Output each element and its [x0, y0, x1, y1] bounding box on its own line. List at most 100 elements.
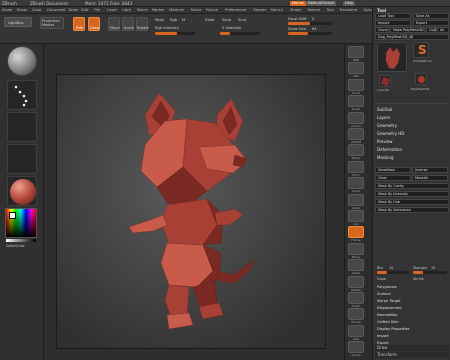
subtool-thumb-cube[interactable] [379, 75, 391, 87]
menu-preferences[interactable]: Preferences [225, 8, 246, 12]
tool-zoom-button[interactable] [348, 95, 364, 108]
mask-inverse-button[interactable]: Inverse [412, 167, 448, 173]
tool-transp-button[interactable] [348, 308, 364, 321]
draw-size-slider[interactable] [288, 32, 332, 35]
mask-mask-by-intensity-button[interactable]: Mask By Intensity [375, 191, 449, 197]
menu-transform[interactable]: Transform [339, 8, 357, 12]
tool-persp-button[interactable] [348, 144, 364, 157]
blur-slider[interactable] [377, 271, 409, 274]
menu-tool[interactable]: Tool [327, 8, 334, 12]
menu-layer[interactable]: Layer [107, 8, 117, 12]
menus-button[interactable]: Menus [290, 1, 306, 6]
section-polygroups[interactable]: Polygroups [377, 285, 397, 289]
current-tool-name[interactable]: Dog_PolyMesh3D_48 [375, 34, 449, 40]
menu-light[interactable]: Light [122, 8, 131, 12]
zadd-toggle[interactable]: Zadd [205, 18, 214, 22]
menu-file[interactable]: File [94, 8, 100, 12]
section-export[interactable]: Export [377, 341, 389, 345]
tool-scale-button[interactable] [348, 259, 364, 272]
tool-floor-button[interactable] [348, 160, 364, 173]
section-morph-target[interactable]: Morph Target [377, 299, 401, 303]
draw-button[interactable]: Draw [88, 17, 100, 31]
default-zscript-button[interactable]: DefaultZScript [306, 1, 337, 6]
switch-color-label[interactable]: SwitchColor [6, 244, 25, 248]
focal-shift-slider[interactable] [288, 22, 332, 25]
menu-movie[interactable]: Movie [191, 8, 202, 12]
clone-button[interactable]: Clone [375, 27, 389, 33]
section-display-properties[interactable]: Display Properties [377, 327, 410, 331]
texture-preview[interactable] [7, 144, 37, 174]
tool-solo-button[interactable] [348, 324, 364, 337]
mask-clear-button[interactable]: Clear [375, 175, 411, 181]
zsub-toggle[interactable]: Zsub [222, 18, 231, 22]
section-geometry-hd[interactable]: Geometry HD [377, 131, 404, 136]
tool-lsym-button[interactable] [348, 193, 364, 206]
move-button[interactable]: Move [108, 17, 120, 31]
tool-move-button[interactable] [348, 242, 364, 255]
section-import[interactable]: Import [377, 334, 389, 338]
all-button[interactable]: All [437, 27, 449, 33]
tool-xyz-button[interactable] [348, 210, 364, 222]
subtool-thumb-main[interactable] [377, 42, 407, 72]
color-picker[interactable] [5, 208, 37, 238]
rgb-intensity-slider[interactable] [155, 32, 195, 35]
alpha-preview[interactable] [7, 112, 37, 142]
menu-stroke[interactable]: Stroke [290, 8, 301, 12]
shrink-button[interactable]: Shrink [413, 277, 424, 281]
section-surface[interactable]: Surface [377, 292, 391, 296]
tool-frame-button[interactable] [348, 226, 364, 239]
mrgb-toggle[interactable]: Mrgb [155, 18, 164, 22]
menu-texture[interactable]: Texture [307, 8, 320, 12]
scale-button[interactable]: Scale [122, 17, 134, 31]
lightbox-button[interactable]: LightBox [4, 17, 32, 27]
tool-bpr-button[interactable] [348, 46, 364, 58]
projection-master-button[interactable]: Projection Master [40, 17, 64, 29]
sharpen-slider[interactable] [413, 271, 447, 274]
menu-material[interactable]: Material [169, 8, 184, 12]
tool-local-button[interactable] [348, 177, 364, 190]
tool-actual-button[interactable] [348, 111, 364, 124]
section-masking[interactable]: Masking [377, 155, 394, 160]
stroke-preview[interactable] [7, 80, 37, 110]
tool-aahalf-button[interactable] [348, 128, 364, 140]
rotate-button[interactable]: Rotate [136, 17, 149, 31]
tool-polyf-button[interactable] [348, 292, 364, 304]
subtool-thumb-simplebrush[interactable]: S [413, 42, 429, 58]
menu-draw[interactable]: Draw [69, 8, 78, 12]
section-geometry[interactable]: Geometry [377, 123, 397, 128]
gradient-bar[interactable] [6, 239, 36, 242]
main-color-swatch[interactable] [9, 212, 16, 219]
save-as-button[interactable]: Save As [413, 13, 449, 19]
menu-picture[interactable]: Picture [206, 8, 218, 12]
import-button[interactable]: Import [375, 20, 411, 26]
menu-marker[interactable]: Marker [152, 8, 164, 12]
export-button[interactable]: Export [413, 20, 449, 26]
subtool-thumb-star[interactable] [415, 73, 427, 85]
section-unified-skin[interactable]: Unified Skin [377, 320, 398, 324]
mask-mask-by-hue-button[interactable]: Mask By Hue [375, 199, 449, 205]
mask-mask-by-cavity-button[interactable]: Mask By Cavity [375, 183, 449, 189]
mask-mask-by-saturation-button[interactable]: Mask By Saturation [375, 207, 449, 213]
make-polymesh-button[interactable]: Make PolyMesh3D [390, 27, 425, 33]
mask-viewmask-button[interactable]: ViewMask [375, 167, 411, 173]
menu-brush[interactable]: Brush [17, 8, 27, 12]
section-layers[interactable]: Layers [377, 115, 390, 120]
document-canvas[interactable] [56, 74, 326, 349]
menu-color[interactable]: Color [32, 8, 41, 12]
menu-document[interactable]: Document [47, 8, 66, 12]
tool-rotate-button[interactable] [348, 275, 364, 288]
tool-spix-button[interactable] [348, 62, 364, 75]
goz-button[interactable]: GoZ [426, 27, 436, 33]
menu-alpha[interactable]: Alpha [2, 8, 12, 12]
draw-section[interactable]: Draw [375, 345, 449, 351]
mouse-model[interactable] [57, 75, 327, 350]
menu-render[interactable]: Render [253, 8, 266, 12]
zcut-toggle[interactable]: Zcut [238, 18, 246, 22]
material-preview[interactable] [7, 176, 37, 206]
section-preview[interactable]: Preview [377, 139, 393, 144]
section-subtool[interactable]: SubTool [377, 107, 392, 112]
menu-edit[interactable]: Edit [81, 8, 88, 12]
z-intensity-slider[interactable] [220, 32, 260, 35]
menu-stencil[interactable]: Stencil [271, 8, 283, 12]
help-button[interactable]: Help [343, 1, 356, 6]
